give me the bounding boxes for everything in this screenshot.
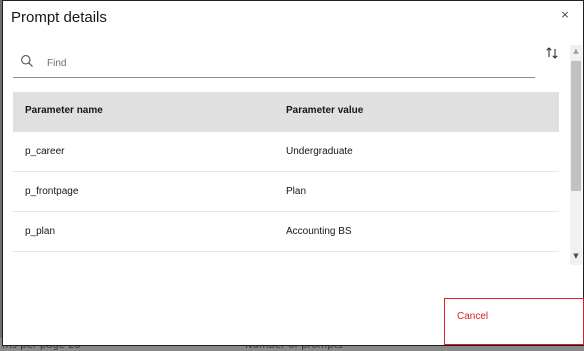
search-field (13, 46, 535, 78)
column-header-parameter-name: Parameter name (25, 105, 103, 116)
parameter-name-cell: p_career (25, 146, 65, 157)
prompt-details-dialog: Prompt details × Parameter name Paramete… (2, 0, 584, 346)
table-row[interactable]: p_career Undergraduate (13, 132, 559, 172)
search-icon (21, 55, 33, 67)
search-input[interactable] (45, 51, 519, 75)
cancel-button-label: Cancel (457, 311, 489, 322)
parameter-value-cell: Plan (286, 186, 307, 197)
table-row[interactable]: p_frontpage Plan (13, 172, 559, 212)
parameter-value-cell: Undergraduate (286, 146, 353, 157)
table-row[interactable]: p_plan Accounting BS (13, 212, 559, 252)
scroll-up-arrow-icon[interactable]: ▲ (570, 45, 582, 57)
vertical-scrollbar[interactable]: ▲ ▼ (570, 45, 582, 265)
cancel-button[interactable]: Cancel (444, 298, 584, 345)
parameters-table: Parameter name Parameter value p_career … (13, 92, 559, 264)
page: ms per page 20 Number of prompts Prompt … (0, 0, 584, 351)
close-icon: × (560, 8, 570, 21)
column-header-parameter-value: Parameter value (286, 105, 364, 116)
close-button[interactable]: × (559, 9, 571, 21)
parameter-name-cell: p_plan (25, 226, 56, 237)
scrollbar-thumb[interactable] (571, 61, 581, 191)
sort-icon (546, 47, 558, 59)
scroll-down-arrow-icon[interactable]: ▼ (570, 250, 582, 262)
parameter-name-cell: p_frontpage (25, 186, 79, 197)
sort-button[interactable] (545, 45, 559, 59)
dialog-title: Prompt details (11, 9, 107, 26)
parameter-value-cell: Accounting BS (286, 226, 352, 237)
table-header: Parameter name Parameter value (13, 92, 559, 132)
